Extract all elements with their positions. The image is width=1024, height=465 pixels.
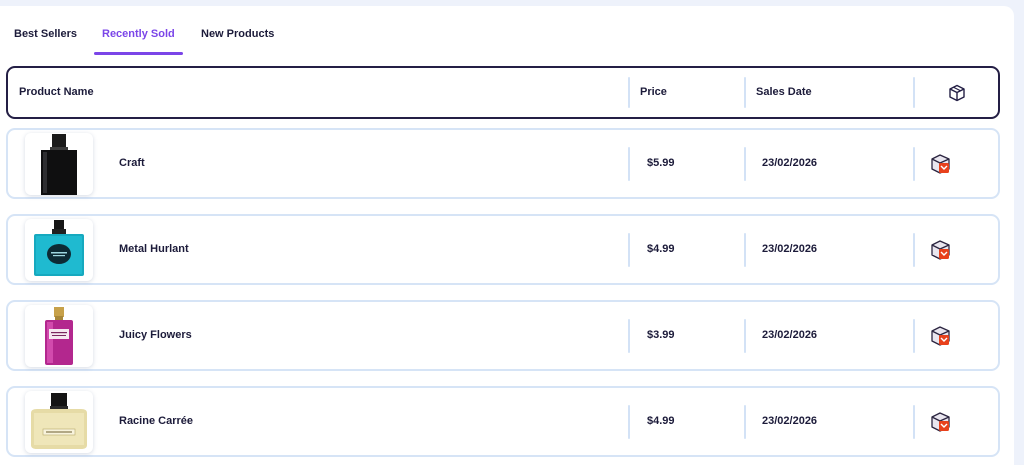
box-icon <box>949 84 965 102</box>
product-image-teal-perfume-bottle <box>25 219 93 281</box>
product-image-gold-perfume-bottle <box>25 391 93 453</box>
column-header-sales-date: Sales Date <box>756 86 812 98</box>
column-divider <box>744 319 746 353</box>
product-price: $5.99 <box>647 157 675 169</box>
active-tab-indicator <box>94 52 183 55</box>
tab-label: Recently Sold <box>102 28 175 40</box>
column-divider <box>744 405 746 439</box>
column-divider <box>744 77 746 108</box>
sales-date: 23/02/2026 <box>762 157 818 169</box>
order-box-icon[interactable] <box>928 237 954 263</box>
sales-date: 23/02/2026 <box>762 243 818 255</box>
product-price: $3.99 <box>647 329 675 341</box>
product-name: Juicy Flowers <box>119 329 192 341</box>
table-row[interactable]: Craft $5.99 23/02/2026 <box>6 128 1000 199</box>
product-image-black-perfume-bottle <box>25 133 93 195</box>
column-header-price: Price <box>640 86 667 98</box>
tab-new-products[interactable]: New Products <box>201 28 274 56</box>
column-divider <box>913 319 915 353</box>
tab-recently-sold[interactable]: Recently Sold <box>94 28 183 56</box>
table-row[interactable]: Racine Carrée $4.99 23/02/2026 <box>6 386 1000 457</box>
column-divider <box>913 77 915 108</box>
column-divider <box>913 147 915 181</box>
product-name: Racine Carrée <box>119 415 193 427</box>
column-header-product-name: Product Name <box>19 86 94 98</box>
product-price: $4.99 <box>647 243 675 255</box>
column-divider <box>744 147 746 181</box>
order-box-icon[interactable] <box>928 323 954 349</box>
product-price: $4.99 <box>647 415 675 427</box>
product-image-magenta-perfume-bottle <box>25 305 93 367</box>
column-divider <box>628 77 630 108</box>
sales-date: 23/02/2026 <box>762 329 818 341</box>
column-divider <box>628 405 630 439</box>
product-name: Craft <box>119 157 145 169</box>
column-divider <box>744 233 746 267</box>
order-box-icon[interactable] <box>928 409 954 435</box>
table-header: Product Name Price Sales Date <box>6 66 1000 119</box>
sales-date: 23/02/2026 <box>762 415 818 427</box>
table-row[interactable]: Metal Hurlant $4.99 23/02/2026 <box>6 214 1000 285</box>
column-divider <box>913 233 915 267</box>
column-divider <box>628 233 630 267</box>
recent-sales-panel: Best Sellers Recently Sold New Products … <box>0 6 1014 465</box>
column-divider <box>628 319 630 353</box>
column-divider <box>913 405 915 439</box>
tab-label: Best Sellers <box>14 28 77 40</box>
tab-label: New Products <box>201 28 275 40</box>
order-box-icon[interactable] <box>928 151 954 177</box>
product-name: Metal Hurlant <box>119 243 189 255</box>
table-row[interactable]: Juicy Flowers $3.99 23/02/2026 <box>6 300 1000 371</box>
column-divider <box>628 147 630 181</box>
tab-best-sellers[interactable]: Best Sellers <box>14 28 77 56</box>
